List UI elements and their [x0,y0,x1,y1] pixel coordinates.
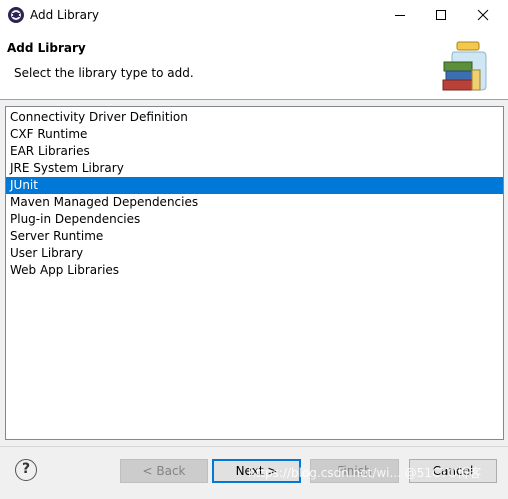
list-item[interactable]: JRE System Library [6,160,503,177]
list-item[interactable]: EAR Libraries [6,143,503,160]
list-item-selected[interactable]: JUnit [6,177,503,194]
back-button[interactable]: < Back [120,459,208,483]
list-item[interactable]: Connectivity Driver Definition [6,109,503,126]
page-description: Select the library type to add. [14,66,194,80]
list-item[interactable]: User Library [6,245,503,262]
help-button[interactable]: ? [15,459,37,481]
footer-divider [0,446,508,447]
window-title: Add Library [30,8,100,22]
title-bar: Add Library [0,0,508,30]
minimize-button[interactable] [380,0,420,30]
library-jar-icon [442,41,487,91]
list-item[interactable]: CXF Runtime [6,126,503,143]
page-title: Add Library [7,41,86,55]
close-icon [477,9,489,21]
eclipse-icon [8,7,24,23]
library-type-list[interactable]: Connectivity Driver Definition CXF Runti… [5,106,504,440]
maximize-icon [436,10,446,20]
minimize-icon [395,15,405,16]
list-item[interactable]: Server Runtime [6,228,503,245]
list-item[interactable]: Maven Managed Dependencies [6,194,503,211]
close-button[interactable] [463,0,503,30]
list-item[interactable]: Plug-in Dependencies [6,211,503,228]
list-item[interactable]: Web App Libraries [6,262,503,279]
watermark: https://blog.csdn.net/wi... @51CTO博客 [248,466,482,480]
wizard-header: Add Library Select the library type to a… [0,30,508,100]
maximize-button[interactable] [421,0,461,30]
